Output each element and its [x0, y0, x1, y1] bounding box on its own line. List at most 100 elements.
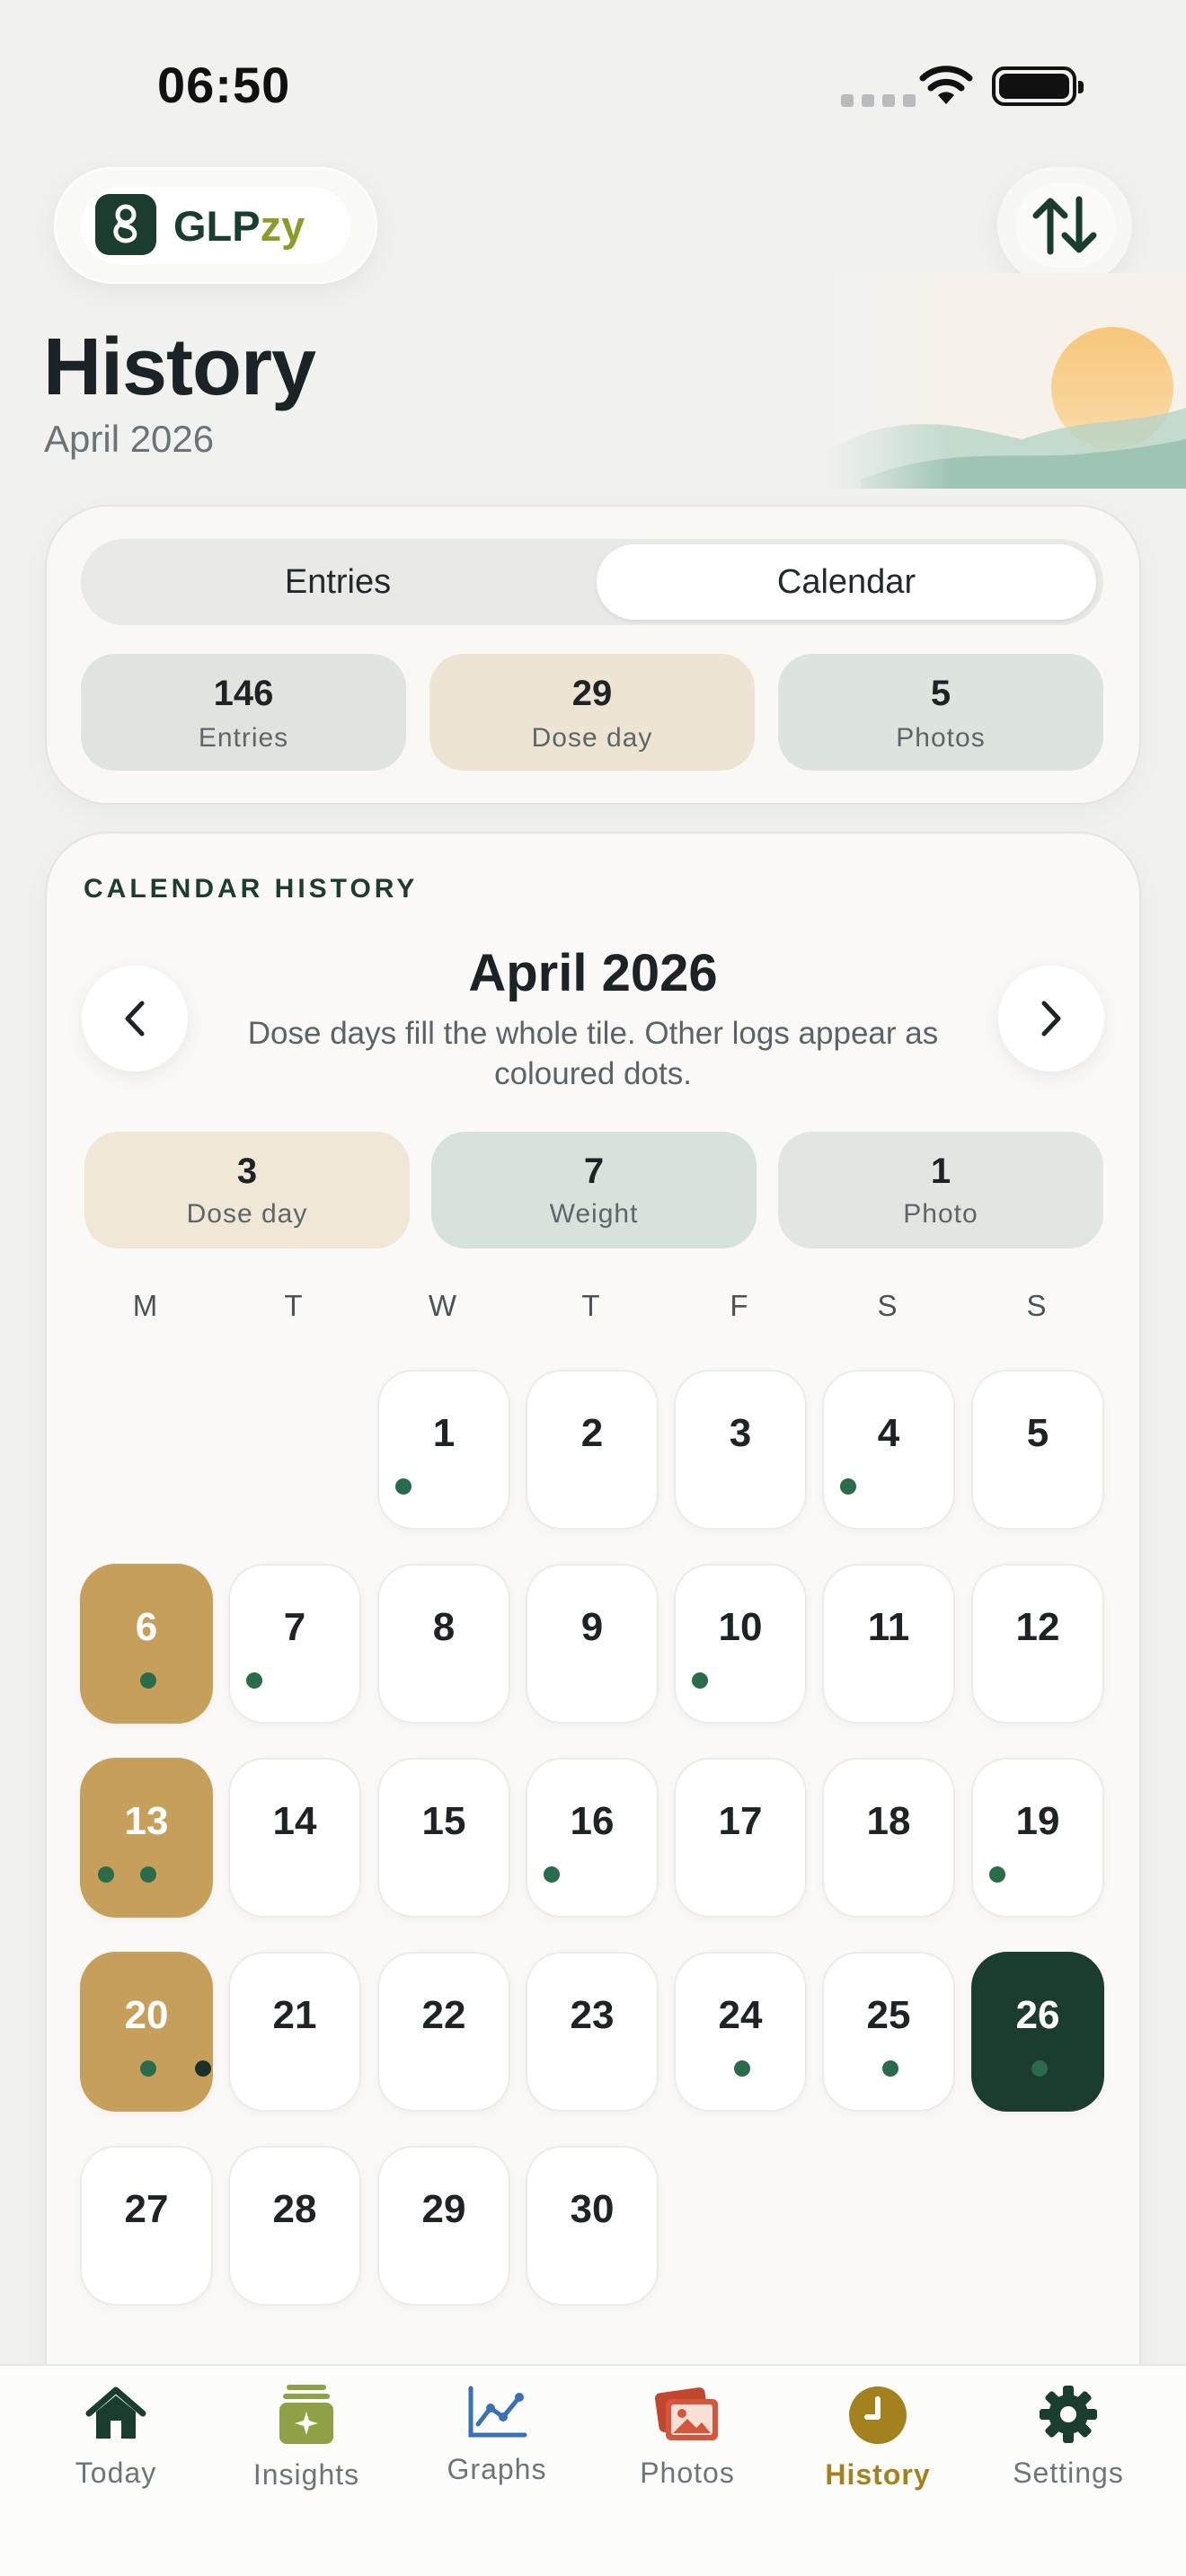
day-number: 19	[1015, 1799, 1060, 1843]
day-number: 15	[421, 1799, 466, 1843]
tab-graphs[interactable]: Graphs	[416, 2385, 578, 2486]
insights-icon	[279, 2385, 333, 2444]
chevron-left-icon	[125, 1001, 145, 1037]
month-stat-label: Photo	[903, 1199, 978, 1229]
calendar-month-title: April 2026	[468, 944, 718, 1002]
tab-label: Insights	[252, 2458, 360, 2491]
day-number: 16	[570, 1799, 615, 1843]
log-dot	[840, 1478, 856, 1495]
day-number: 4	[877, 1411, 900, 1455]
calendar-day[interactable]: 30	[526, 2146, 659, 2306]
calendar-day[interactable]: 27	[80, 2146, 213, 2306]
day-number: 24	[718, 1993, 763, 2037]
calendar-day[interactable]: 29	[377, 2146, 510, 2306]
tab-label: Graphs	[447, 2453, 547, 2485]
tab-entries[interactable]: Entries	[86, 544, 589, 620]
month-stat-photo: 1 Photo	[778, 1132, 1103, 1248]
calendar-day-dose[interactable]: 20	[80, 1952, 213, 2112]
log-dot	[195, 2060, 211, 2077]
calendar-day[interactable]: 15	[377, 1758, 510, 1918]
calendar-day[interactable]: 2	[526, 1370, 659, 1530]
month-stat-value: 7	[583, 1151, 605, 1191]
calendar-day-dose[interactable]: 6	[80, 1564, 213, 1724]
summary-label: Dose day	[531, 723, 653, 753]
home-icon	[85, 2386, 146, 2439]
month-stat-label: Dose day	[186, 1199, 308, 1229]
tab-label: Settings	[1013, 2457, 1124, 2489]
log-dot	[246, 1672, 262, 1689]
weekday-label: F	[730, 1289, 749, 1322]
day-number: 30	[570, 2187, 615, 2231]
photos-icon	[654, 2387, 718, 2440]
log-dot	[140, 1866, 156, 1883]
day-number: 6	[135, 1605, 158, 1649]
summary-label: Photos	[896, 723, 986, 753]
chevron-right-icon	[1041, 1001, 1061, 1037]
calendar-day[interactable]: 5	[971, 1370, 1104, 1530]
day-number: 20	[124, 1993, 169, 2037]
tab-history[interactable]: History	[797, 2385, 959, 2492]
calendar-day[interactable]: 7	[228, 1564, 361, 1724]
calendar-day[interactable]: 10	[674, 1564, 807, 1724]
sunset-hills-illustration	[825, 273, 1186, 489]
tab-calendar[interactable]: Calendar	[597, 544, 1096, 620]
app-name: GLPzy	[173, 202, 305, 250]
calendar-day[interactable]: 9	[526, 1564, 659, 1724]
summary-photos: 5 Photos	[778, 654, 1103, 771]
tab-today[interactable]: Today	[35, 2385, 197, 2490]
calendar-day[interactable]: 25	[822, 1952, 955, 2112]
day-number: 18	[866, 1799, 911, 1843]
day-number: 2	[580, 1411, 604, 1455]
history-clock-icon	[849, 2386, 907, 2444]
calendar-day[interactable]: 1	[377, 1370, 510, 1530]
weekday-label: T	[581, 1289, 601, 1322]
log-dot	[98, 1866, 114, 1883]
tab-insights[interactable]: Insights	[226, 2385, 387, 2492]
sort-arrows-icon	[1032, 196, 1097, 255]
calendar-day[interactable]: 3	[674, 1370, 807, 1530]
tab-settings[interactable]: Settings	[987, 2385, 1149, 2490]
calendar-day[interactable]: 22	[377, 1952, 510, 2112]
calendar-day[interactable]: 4	[822, 1370, 955, 1530]
month-stat-dose-days: 3 Dose day	[84, 1132, 410, 1248]
next-month-button[interactable]	[998, 966, 1104, 1072]
day-number: 29	[421, 2187, 466, 2231]
tab-photos[interactable]: Photos	[606, 2385, 768, 2490]
weekday-label: S	[1026, 1289, 1048, 1322]
calendar-day-dose[interactable]: 13	[80, 1758, 213, 1918]
summary-value: 146	[213, 674, 274, 713]
log-dot	[734, 2060, 750, 2077]
calendar-day[interactable]: 8	[377, 1564, 510, 1724]
calendar-day[interactable]: 11	[822, 1564, 955, 1724]
tab-label: History	[825, 2458, 931, 2491]
day-number: 11	[867, 1605, 910, 1649]
day-number: 5	[1026, 1411, 1049, 1455]
weekday-label: S	[877, 1289, 898, 1322]
graph-icon	[468, 2386, 527, 2438]
calendar-day[interactable]: 24	[674, 1952, 807, 2112]
calendar-day[interactable]: 14	[228, 1758, 361, 1918]
battery-icon	[992, 66, 1084, 106]
calendar-day[interactable]: 16	[526, 1758, 659, 1918]
page-subtitle: April 2026	[44, 418, 215, 460]
day-number: 27	[124, 2187, 169, 2231]
calendar-hint: Dose days fill the whole tile. Other log…	[247, 1016, 939, 1091]
day-number: 12	[1015, 1605, 1060, 1649]
month-stat-weight: 7 Weight	[431, 1132, 757, 1248]
calendar-day-today[interactable]: 26	[971, 1952, 1104, 2112]
calendar-day[interactable]: 23	[526, 1952, 659, 2112]
log-dot	[989, 1866, 1005, 1883]
gear-icon	[1040, 2386, 1097, 2443]
calendar-day[interactable]: 19	[971, 1758, 1104, 1918]
month-stat-value: 3	[236, 1151, 258, 1191]
day-number: 14	[272, 1799, 317, 1843]
summary-value: 29	[571, 674, 613, 713]
calendar-day[interactable]: 21	[228, 1952, 361, 2112]
calendar-day[interactable]: 12	[971, 1564, 1104, 1724]
calendar-day[interactable]: 18	[822, 1758, 955, 1918]
sort-toggle-button[interactable]	[997, 167, 1132, 284]
calendar-day[interactable]: 28	[228, 2146, 361, 2306]
previous-month-button[interactable]	[82, 966, 188, 1072]
summary-label: Entries	[198, 723, 289, 753]
calendar-day[interactable]: 17	[674, 1758, 807, 1918]
